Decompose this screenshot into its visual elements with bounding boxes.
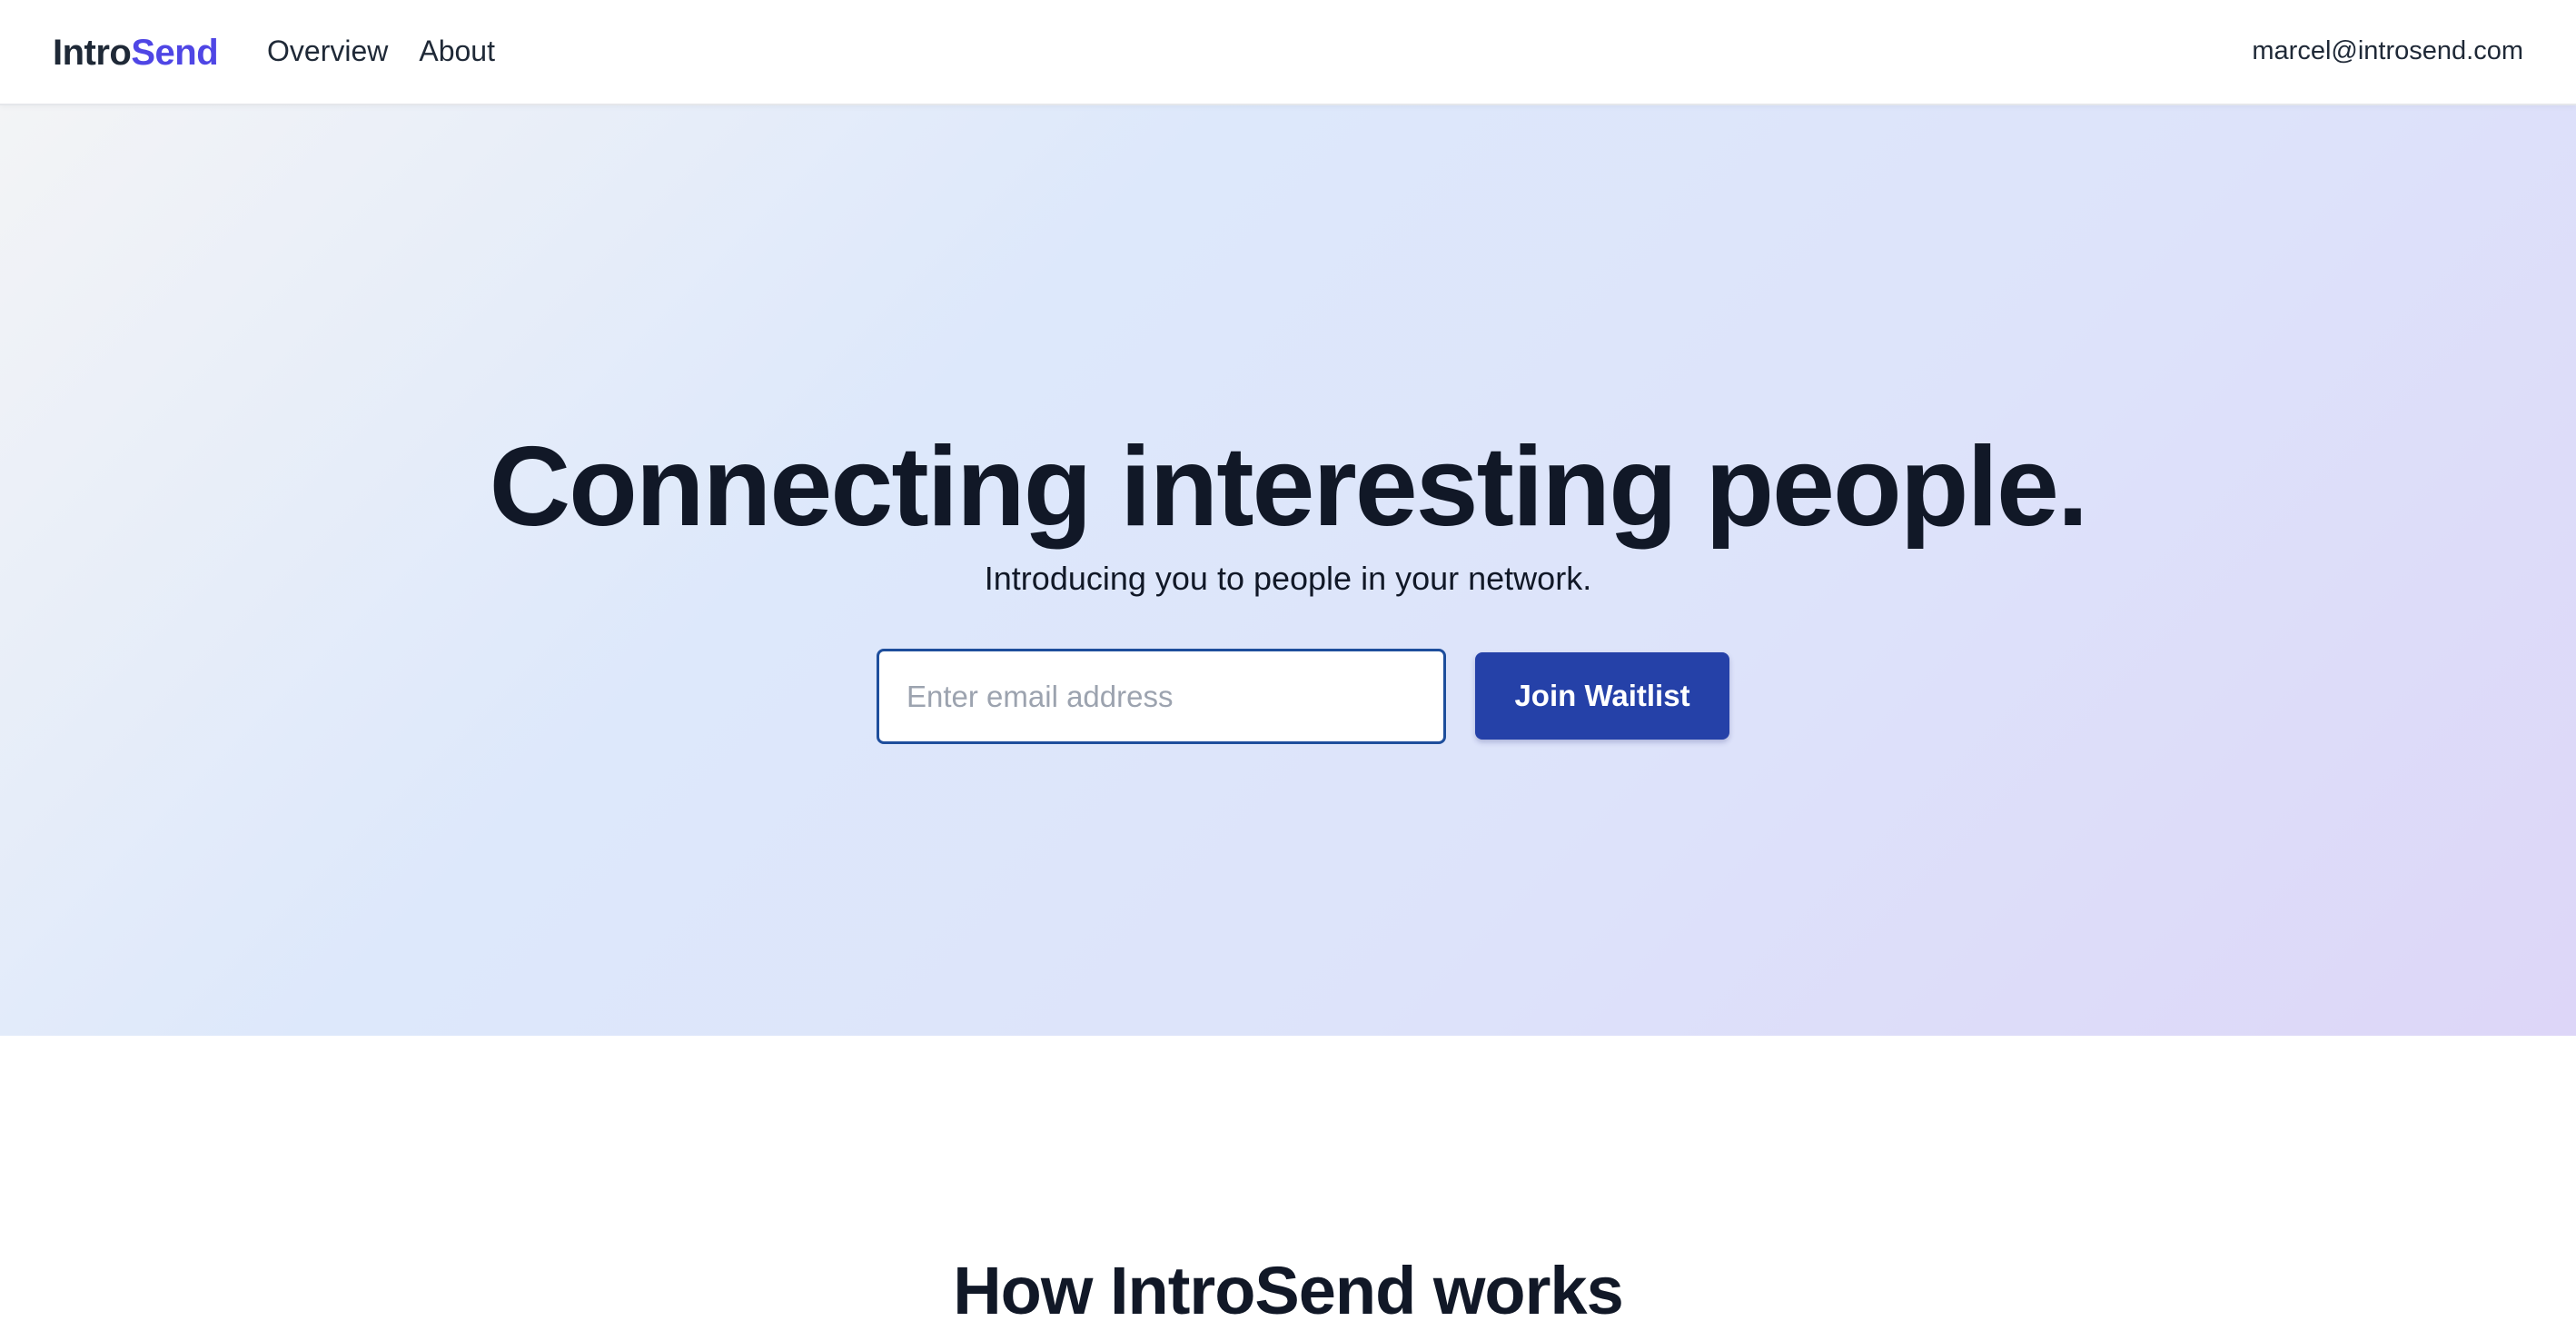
hero-subtitle: Introducing you to people in your networ… [984, 560, 1592, 597]
brand-logo[interactable]: Intro Send [53, 29, 219, 76]
brand-logo-intro: Intro [53, 32, 132, 73]
join-waitlist-button[interactable]: Join Waitlist [1475, 652, 1729, 740]
nav-link-overview[interactable]: Overview [267, 31, 388, 71]
top-nav-bar: Intro Send Overview About marcel@introsen… [0, 0, 2576, 105]
brand-logo-send: Send [131, 32, 219, 73]
contact-email-link[interactable]: marcel@introsend.com [2252, 31, 2523, 71]
main-nav: Overview About [267, 31, 495, 71]
hero-title: Connecting interesting people. [489, 424, 2089, 550]
how-it-works-title: How IntroSend works [953, 1253, 1624, 1328]
email-input[interactable] [877, 649, 1446, 744]
nav-link-about[interactable]: About [419, 31, 495, 71]
hero-section: Connecting interesting people. Introduci… [0, 105, 2576, 1036]
